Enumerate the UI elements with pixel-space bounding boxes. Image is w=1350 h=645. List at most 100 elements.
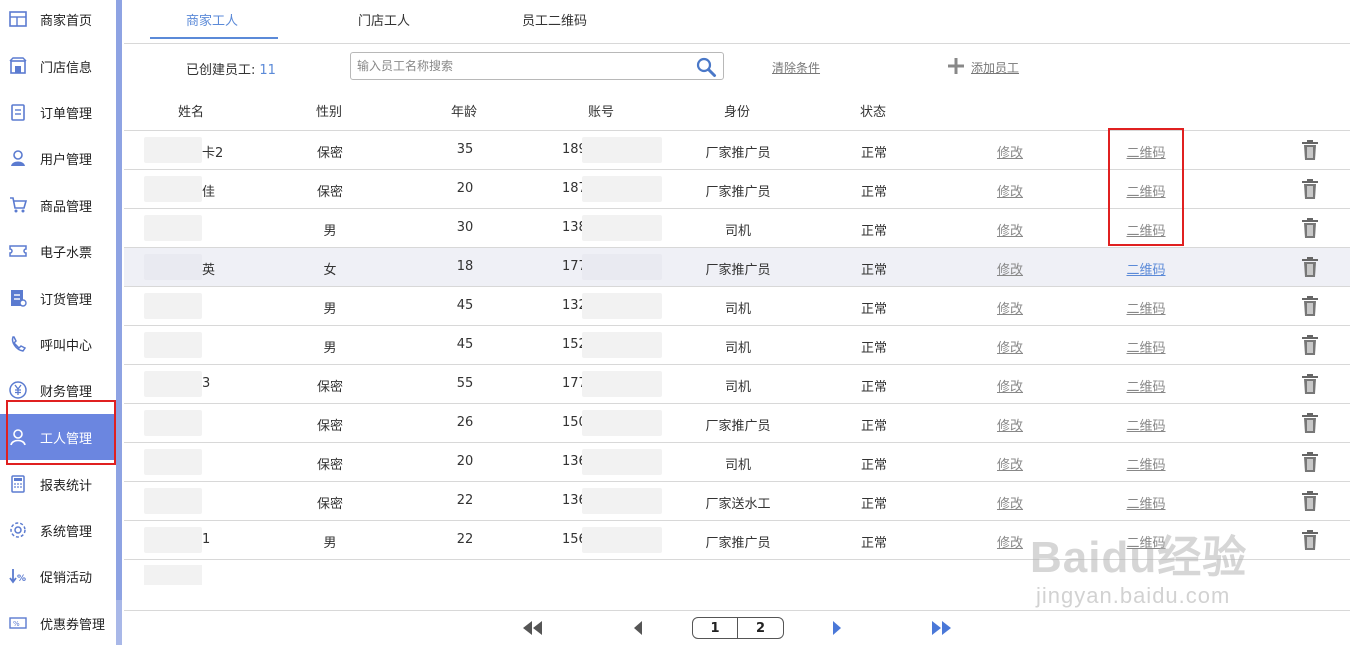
edit-link[interactable]: 修改 xyxy=(997,259,1023,278)
cell-gender: 女 xyxy=(323,263,337,278)
add-employee-button[interactable]: 添加员工 xyxy=(971,59,1019,76)
sidebar-item-label: 门店信息 xyxy=(40,60,93,76)
sidebar-item-10[interactable]: 报表统计 xyxy=(0,461,116,507)
sidebar-item-6[interactable]: 订货管理 xyxy=(0,275,116,321)
qrcode-link[interactable]: 二维码 xyxy=(1126,454,1165,473)
header-gender: 性别 xyxy=(316,105,343,120)
search-input[interactable] xyxy=(357,57,677,75)
sidebar-item-12[interactable]: % 促销活动 xyxy=(0,553,116,599)
search-box[interactable] xyxy=(350,52,724,80)
edit-link[interactable]: 修改 xyxy=(997,376,1023,395)
cell-name: 英 xyxy=(202,263,216,278)
sidebar-scroll-thumb[interactable] xyxy=(116,0,122,600)
qrcode-link[interactable]: 二维码 xyxy=(1126,259,1165,278)
redacted-name xyxy=(144,371,202,397)
cell-role: 司机 xyxy=(724,341,752,356)
edit-link[interactable]: 修改 xyxy=(997,337,1023,356)
redacted-account xyxy=(582,332,662,358)
pagination: 1 2 xyxy=(124,610,1350,645)
edit-link[interactable]: 修改 xyxy=(997,415,1023,434)
sidebar-item-7[interactable]: 呼叫中心 xyxy=(0,321,116,367)
header-name: 姓名 xyxy=(178,105,205,120)
sidebar-item-1[interactable]: 门店信息 xyxy=(0,43,116,89)
header-status: 状态 xyxy=(860,105,887,120)
edit-link[interactable]: 修改 xyxy=(997,181,1023,200)
sidebar-item-8[interactable]: 财务管理 xyxy=(0,367,116,413)
first-page-icon[interactable] xyxy=(522,620,544,636)
cell-role: 司机 xyxy=(724,224,752,239)
search-icon[interactable] xyxy=(695,56,717,78)
page-1-button[interactable]: 1 xyxy=(693,618,739,638)
header-account: 账号 xyxy=(588,105,615,120)
qrcode-link[interactable]: 二维码 xyxy=(1126,181,1165,200)
redacted-account xyxy=(582,254,662,280)
trash-icon[interactable] xyxy=(1300,490,1320,512)
tab-store-workers[interactable]: 门店工人 xyxy=(358,10,410,29)
cell-role: 司机 xyxy=(724,302,752,317)
cell-status: 正常 xyxy=(860,341,888,356)
sidebar-item-3[interactable]: 用户管理 xyxy=(0,135,116,181)
qrcode-link[interactable]: 二维码 xyxy=(1126,142,1165,161)
trash-icon[interactable] xyxy=(1300,178,1320,200)
sidebar-item-4[interactable]: 商品管理 xyxy=(0,182,116,228)
redacted-account xyxy=(582,176,662,202)
qrcode-link[interactable]: 二维码 xyxy=(1126,532,1165,551)
clear-filters-button[interactable]: 清除条件 xyxy=(772,59,820,76)
plus-icon[interactable] xyxy=(946,56,966,76)
trash-icon[interactable] xyxy=(1300,139,1320,161)
cell-status: 正常 xyxy=(860,185,888,200)
trash-icon[interactable] xyxy=(1300,256,1320,278)
next-page-icon[interactable] xyxy=(826,620,848,636)
cell-status: 正常 xyxy=(860,302,888,317)
redacted-name xyxy=(144,176,202,202)
trash-icon[interactable] xyxy=(1300,529,1320,551)
trash-icon[interactable] xyxy=(1300,295,1320,317)
sidebar-item-label: 用户管理 xyxy=(40,152,93,168)
cell-age: 55 xyxy=(456,376,474,391)
qrcode-link[interactable]: 二维码 xyxy=(1126,337,1165,356)
trash-icon[interactable] xyxy=(1300,451,1320,473)
sidebar-item-5[interactable]: 电子水票 xyxy=(0,228,116,274)
page-2-button[interactable]: 2 xyxy=(738,618,783,638)
trash-icon[interactable] xyxy=(1300,412,1320,434)
cell-name: 3 xyxy=(202,376,211,391)
cell-age: 45 xyxy=(456,337,474,352)
cell-status: 正常 xyxy=(860,263,888,278)
yen-icon xyxy=(8,380,28,400)
clipboard-icon xyxy=(8,102,28,122)
sidebar-item-label: 促销活动 xyxy=(40,570,93,586)
sidebar-item-2[interactable]: 订单管理 xyxy=(0,89,116,135)
qrcode-link[interactable]: 二维码 xyxy=(1126,220,1165,239)
edit-link[interactable]: 修改 xyxy=(997,532,1023,551)
trash-icon[interactable] xyxy=(1300,334,1320,356)
sidebar-item-0[interactable]: 商家首页 xyxy=(0,0,116,42)
tab-employee-qrcode[interactable]: 员工二维码 xyxy=(522,10,587,29)
sidebar-item-9[interactable]: 工人管理 xyxy=(0,414,116,460)
edit-link[interactable]: 修改 xyxy=(997,142,1023,161)
qrcode-link[interactable]: 二维码 xyxy=(1126,493,1165,512)
sidebar-scrollbar[interactable] xyxy=(116,0,122,645)
sidebar-item-label: 财务管理 xyxy=(40,384,93,400)
cell-gender: 保密 xyxy=(316,185,344,200)
qrcode-link[interactable]: 二维码 xyxy=(1126,415,1165,434)
trash-icon[interactable] xyxy=(1300,373,1320,395)
cell-name: 佳 xyxy=(202,185,216,200)
edit-link[interactable]: 修改 xyxy=(997,493,1023,512)
tab-merchant-workers[interactable]: 商家工人 xyxy=(186,10,238,29)
last-page-icon[interactable] xyxy=(930,620,952,636)
table-row: 保密 22 136 厂家送水工 正常 修改 二维码 xyxy=(124,482,1350,521)
sidebar-item-13[interactable]: % 优惠券管理 xyxy=(0,600,116,645)
qrcode-link[interactable]: 二维码 xyxy=(1126,298,1165,317)
edit-link[interactable]: 修改 xyxy=(997,220,1023,239)
prev-page-icon[interactable] xyxy=(628,620,650,636)
edit-link[interactable]: 修改 xyxy=(997,454,1023,473)
trash-icon[interactable] xyxy=(1300,217,1320,239)
sidebar-item-11[interactable]: 系统管理 xyxy=(0,507,116,553)
redacted-name xyxy=(144,488,202,514)
qrcode-link[interactable]: 二维码 xyxy=(1126,376,1165,395)
cell-role: 厂家推广员 xyxy=(705,185,771,200)
edit-link[interactable]: 修改 xyxy=(997,298,1023,317)
cell-gender: 保密 xyxy=(316,380,344,395)
sidebar-item-label: 订单管理 xyxy=(40,106,93,122)
cell-gender: 保密 xyxy=(316,146,344,161)
